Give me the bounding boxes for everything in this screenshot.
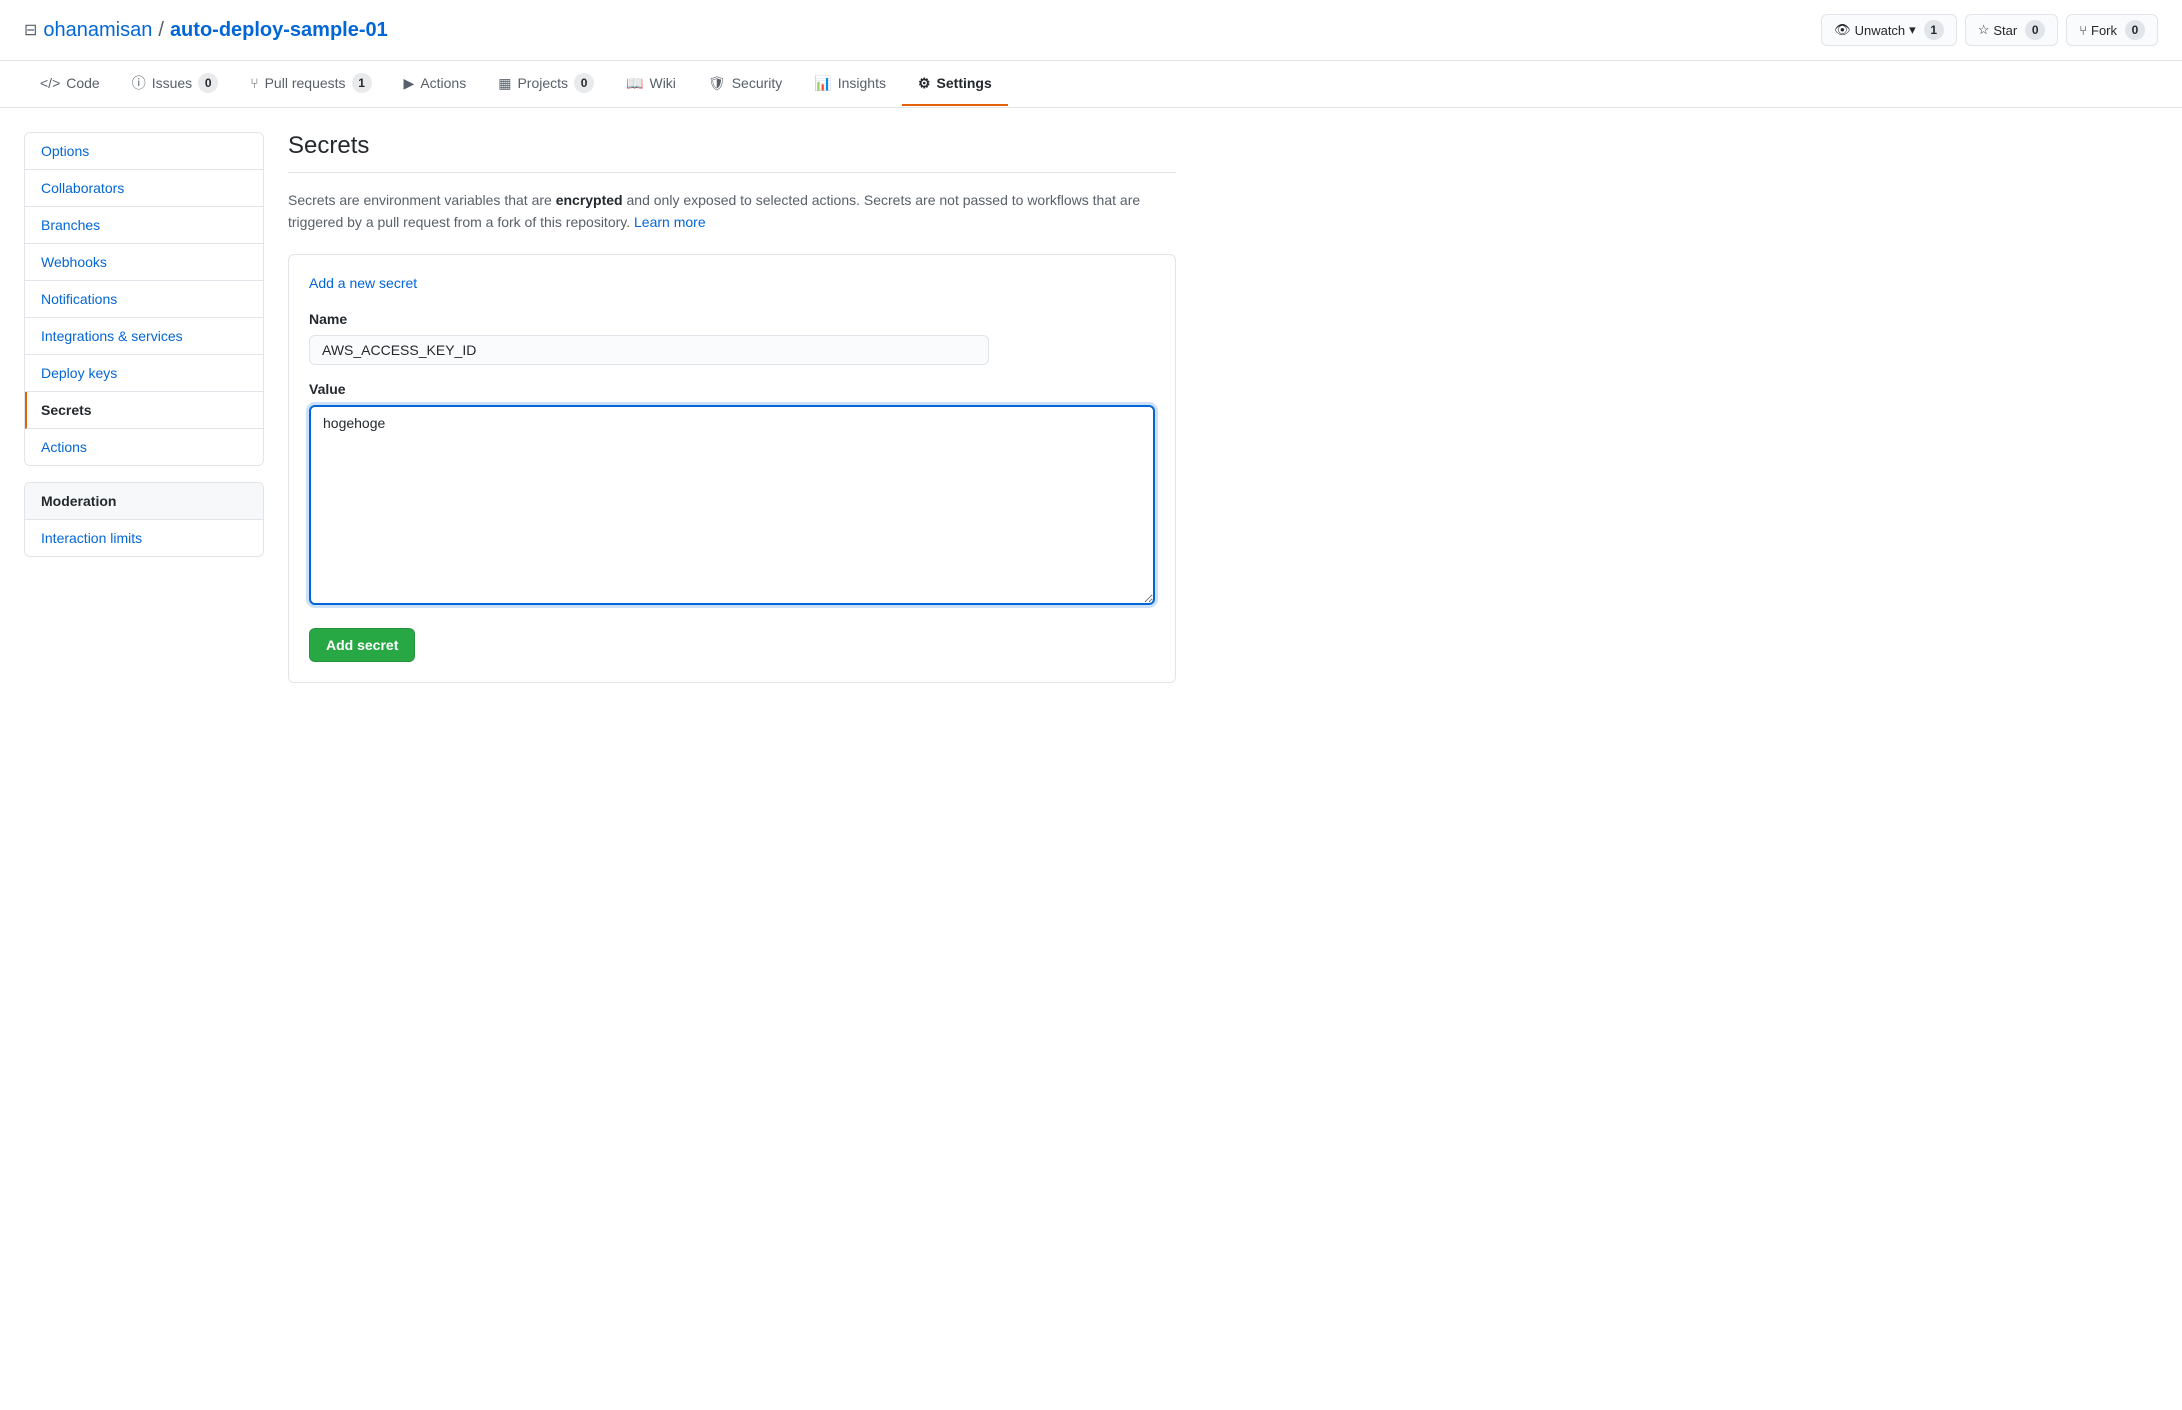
tab-actions-label: Actions (420, 75, 466, 91)
content-description: Secrets are environment variables that a… (288, 189, 1176, 234)
code-icon: </> (40, 75, 60, 91)
projects-icon: ▦ (498, 75, 511, 92)
page-title: Secrets (288, 132, 1176, 160)
chevron-down-icon: ▾ (1909, 22, 1916, 38)
security-icon: 🛡 (708, 75, 726, 92)
secret-card: Add a new secret Name Value hogehoge Add… (288, 254, 1176, 683)
tab-settings-label: Settings (937, 75, 992, 91)
tab-projects[interactable]: ▦ Projects 0 (482, 61, 610, 107)
value-textarea[interactable]: hogehoge (309, 405, 1155, 605)
unwatch-button[interactable]: 👁 Unwatch ▾ 1 (1821, 14, 1957, 46)
repo-breadcrumb: ⊟ ohanamisan / auto-deploy-sample-01 (24, 19, 388, 42)
moderation-header: Moderation (25, 483, 263, 520)
fork-count: 0 (2125, 20, 2145, 40)
star-icon: ☆ (1978, 22, 1990, 38)
insights-icon: 📊 (814, 75, 831, 92)
sidebar-item-branches[interactable]: Branches (25, 207, 263, 244)
fork-button[interactable]: ⑂ Fork 0 (2066, 14, 2158, 46)
issues-badge: 0 (198, 73, 218, 93)
add-new-secret-link[interactable]: Add a new secret (309, 275, 417, 291)
tab-code-label: Code (66, 75, 99, 91)
tab-security-label: Security (732, 75, 783, 91)
sidebar-item-deploy-keys[interactable]: Deploy keys (25, 355, 263, 392)
fork-icon: ⑂ (2079, 23, 2087, 38)
repo-name[interactable]: auto-deploy-sample-01 (170, 19, 388, 42)
tab-pull-requests[interactable]: ⑂ Pull requests 1 (234, 61, 387, 107)
wiki-icon: 📖 (626, 75, 643, 92)
name-label: Name (309, 311, 1155, 327)
tab-projects-label: Projects (517, 75, 568, 91)
name-input[interactable] (309, 335, 989, 365)
tab-wiki-label: Wiki (649, 75, 675, 91)
add-secret-button[interactable]: Add secret (309, 628, 415, 662)
repo-owner[interactable]: ohanamisan (43, 19, 152, 42)
learn-more-link[interactable]: Learn more (634, 214, 706, 230)
breadcrumb-separator: / (158, 19, 164, 42)
unwatch-label: Unwatch (1855, 23, 1906, 38)
tab-insights-label: Insights (838, 75, 886, 91)
star-label: Star (1993, 23, 2017, 38)
value-label: Value (309, 381, 1155, 397)
tab-settings[interactable]: ⚙ Settings (902, 63, 1008, 106)
main-content: Options Collaborators Branches Webhooks … (0, 108, 1200, 707)
sidebar: Options Collaborators Branches Webhooks … (24, 132, 264, 683)
tab-code[interactable]: </> Code (24, 63, 116, 105)
tab-security[interactable]: 🛡 Security (692, 63, 798, 106)
sidebar-item-notifications[interactable]: Notifications (25, 281, 263, 318)
actions-icon: ▶ (404, 75, 415, 92)
settings-icon: ⚙ (918, 75, 931, 92)
star-button[interactable]: ☆ Star 0 (1965, 14, 2059, 46)
sidebar-item-options[interactable]: Options (25, 133, 263, 170)
unwatch-count: 1 (1924, 20, 1944, 40)
content-area: Secrets Secrets are environment variable… (288, 132, 1176, 683)
header-actions: 👁 Unwatch ▾ 1 ☆ Star 0 ⑂ Fork 0 (1821, 14, 2158, 46)
sidebar-item-actions[interactable]: Actions (25, 429, 263, 465)
fork-label: Fork (2091, 23, 2117, 38)
description-bold: encrypted (556, 192, 623, 208)
issues-icon: ⓘ (132, 73, 146, 93)
tab-issues-label: Issues (152, 75, 192, 91)
tab-pull-requests-label: Pull requests (265, 75, 346, 91)
tab-wiki[interactable]: 📖 Wiki (610, 63, 692, 106)
sidebar-main-section: Options Collaborators Branches Webhooks … (24, 132, 264, 466)
value-form-group: Value hogehoge (309, 381, 1155, 608)
description-text-1: Secrets are environment variables that a… (288, 192, 556, 208)
page-header: ⊟ ohanamisan / auto-deploy-sample-01 👁 U… (0, 0, 2182, 61)
content-divider (288, 172, 1176, 173)
sidebar-item-collaborators[interactable]: Collaborators (25, 170, 263, 207)
tab-insights[interactable]: 📊 Insights (798, 63, 902, 106)
name-form-group: Name (309, 311, 1155, 365)
pull-requests-badge: 1 (352, 73, 372, 93)
sidebar-item-secrets[interactable]: Secrets (25, 392, 263, 429)
eye-icon: 👁 (1834, 22, 1851, 38)
sidebar-moderation-section: Moderation Interaction limits (24, 482, 264, 557)
tab-actions[interactable]: ▶ Actions (388, 63, 483, 106)
star-count: 0 (2025, 20, 2045, 40)
nav-tabs: </> Code ⓘ Issues 0 ⑂ Pull requests 1 ▶ … (0, 61, 2182, 108)
pull-request-icon: ⑂ (250, 75, 258, 91)
projects-badge: 0 (574, 73, 594, 93)
repo-icon: ⊟ (24, 20, 37, 40)
sidebar-item-interaction-limits[interactable]: Interaction limits (25, 520, 263, 556)
sidebar-item-webhooks[interactable]: Webhooks (25, 244, 263, 281)
sidebar-item-integrations[interactable]: Integrations & services (25, 318, 263, 355)
tab-issues[interactable]: ⓘ Issues 0 (116, 61, 234, 107)
